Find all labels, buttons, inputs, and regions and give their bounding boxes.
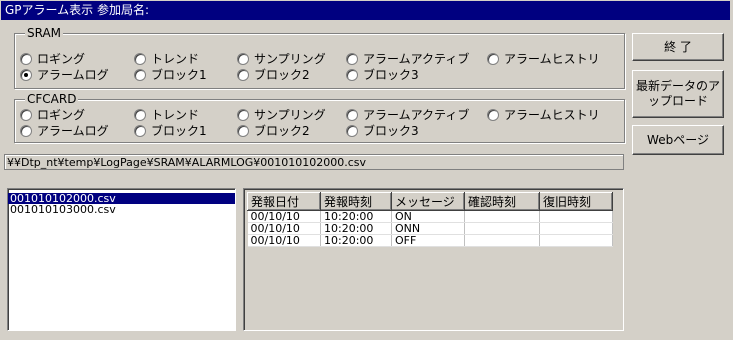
cfcard-radio-block1[interactable]: ブロック1: [134, 124, 207, 138]
cfcard-radio-alarm-history[interactable]: アラームヒストリ: [487, 108, 600, 122]
sram-radio-alarm-active[interactable]: アラームアクティブ: [346, 52, 469, 66]
radio-icon: [346, 53, 358, 65]
sram-radio-alarm-history[interactable]: アラームヒストリ: [487, 52, 600, 66]
exit-button[interactable]: 終 了: [632, 33, 724, 61]
cell-message: ONN: [391, 222, 465, 235]
file-list[interactable]: 001010102000.csv 001010103000.csv: [7, 188, 236, 331]
cell-date: 00/10/10: [247, 210, 321, 223]
web-button-label: Webページ: [647, 132, 709, 147]
header-recovery-time[interactable]: 復旧時刻: [539, 192, 613, 211]
radio-checked-icon: [20, 69, 32, 81]
cfcard-radio-alarm-active[interactable]: アラームアクティブ: [346, 108, 469, 122]
radio-icon: [237, 69, 249, 81]
radio-icon: [346, 69, 358, 81]
radio-icon: [134, 125, 146, 137]
radio-icon: [20, 53, 32, 65]
web-page-button[interactable]: Webページ: [632, 125, 724, 155]
sram-radio-block1[interactable]: ブロック1: [134, 68, 207, 82]
cell-recovery-time: [539, 210, 613, 223]
cfcard-radio-logging[interactable]: ロギング: [20, 108, 85, 122]
cfcard-radio-block3[interactable]: ブロック3: [346, 124, 419, 138]
header-alarm-date[interactable]: 発報日付: [247, 192, 321, 211]
cfcard-group-label: CFCARD: [25, 92, 79, 106]
sram-group-label: SRAM: [25, 26, 64, 40]
sram-radio-block3[interactable]: ブロック3: [346, 68, 419, 82]
file-list-item[interactable]: 001010103000.csv: [8, 204, 235, 215]
cell-ack-time: [464, 234, 540, 247]
cell-time: 10:20:00: [320, 234, 392, 247]
cell-time: 10:20:00: [320, 222, 392, 235]
radio-icon: [237, 125, 249, 137]
exit-button-label: 終 了: [664, 39, 692, 54]
table-row[interactable]: 00/10/10 10:20:00 OFF: [247, 234, 613, 247]
alarm-log-table: 発報日付 発報時刻 メッセージ 確認時刻 復旧時刻 00/10/10 10:20…: [247, 192, 613, 247]
cell-date: 00/10/10: [247, 234, 321, 247]
sram-radio-alarm-log[interactable]: アラームログ: [20, 68, 109, 82]
upload-latest-data-button[interactable]: 最新データのア ップロード: [632, 70, 724, 118]
title-bar: GPアラーム表示 参加局名:: [1, 1, 730, 20]
app-window: GPアラーム表示 参加局名: SRAM ロギング トレンド サンプリング アラー…: [0, 0, 733, 340]
cell-time: 10:20:00: [320, 210, 392, 223]
cfcard-radio-alarm-log[interactable]: アラームログ: [20, 124, 109, 138]
file-path-display: ¥¥Dtp_nt¥temp¥LogPage¥SRAM¥ALARMLOG¥0010…: [4, 154, 624, 170]
sram-radio-trend[interactable]: トレンド: [134, 52, 199, 66]
cell-recovery-time: [539, 222, 613, 235]
cell-date: 00/10/10: [247, 222, 321, 235]
upload-button-label-line2: ップロード: [647, 94, 708, 108]
header-alarm-time[interactable]: 発報時刻: [320, 192, 392, 211]
cfcard-radio-block2[interactable]: ブロック2: [237, 124, 310, 138]
radio-icon: [487, 109, 499, 121]
upload-button-label-line1: 最新データのア: [635, 79, 720, 93]
radio-icon: [237, 109, 249, 121]
radio-icon: [346, 109, 358, 121]
radio-icon: [134, 69, 146, 81]
radio-icon: [134, 109, 146, 121]
radio-icon: [20, 125, 32, 137]
table-row[interactable]: 00/10/10 10:20:00 ONN: [247, 222, 613, 235]
header-ack-time[interactable]: 確認時刻: [464, 192, 540, 211]
sram-radio-logging[interactable]: ロギング: [20, 52, 85, 66]
radio-icon: [346, 125, 358, 137]
cell-ack-time: [464, 222, 540, 235]
table-row[interactable]: 00/10/10 10:20:00 ON: [247, 210, 613, 223]
radio-icon: [487, 53, 499, 65]
table-header-row: 発報日付 発報時刻 メッセージ 確認時刻 復旧時刻: [247, 192, 613, 211]
radio-icon: [134, 53, 146, 65]
cell-message: ON: [391, 210, 465, 223]
header-message[interactable]: メッセージ: [391, 192, 465, 211]
cell-recovery-time: [539, 234, 613, 247]
cfcard-radio-trend[interactable]: トレンド: [134, 108, 199, 122]
sram-radio-block2[interactable]: ブロック2: [237, 68, 310, 82]
cfcard-radio-sampling[interactable]: サンプリング: [237, 108, 326, 122]
cell-ack-time: [464, 210, 540, 223]
radio-icon: [20, 109, 32, 121]
alarm-log-grid[interactable]: 発報日付 発報時刻 メッセージ 確認時刻 復旧時刻 00/10/10 10:20…: [243, 188, 624, 331]
cell-message: OFF: [391, 234, 465, 247]
radio-icon: [237, 53, 249, 65]
sram-radio-sampling[interactable]: サンプリング: [237, 52, 326, 66]
